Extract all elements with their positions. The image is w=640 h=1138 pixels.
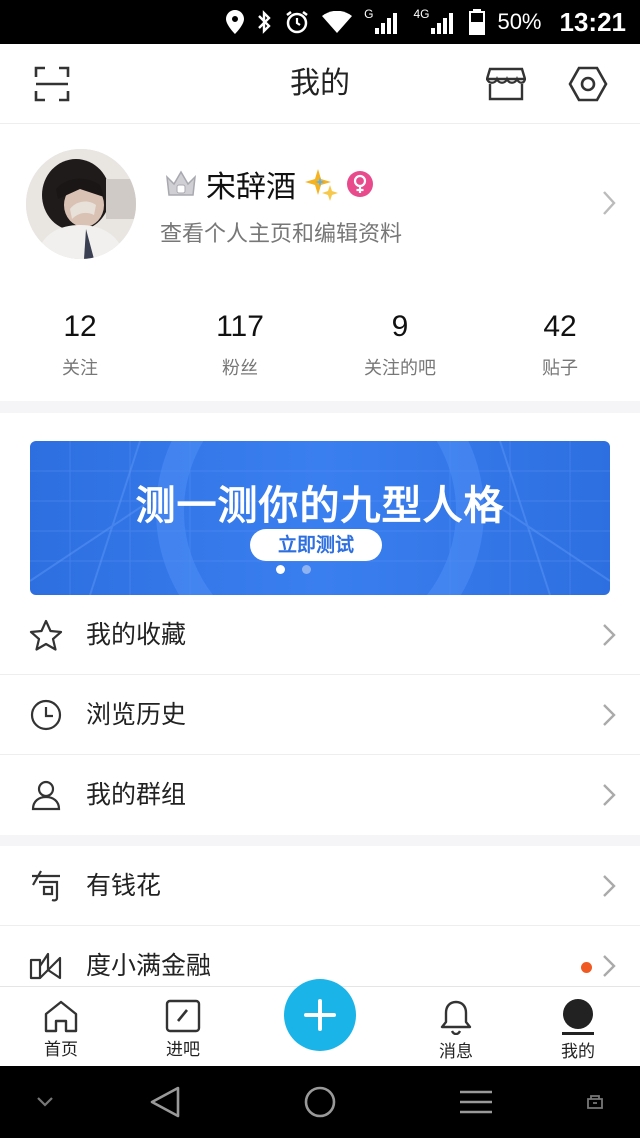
- stats-row: 12 关注 117 粉丝 9 关注的吧 42 贴子: [0, 284, 640, 401]
- back-triangle-icon: [150, 1086, 180, 1118]
- post-fab-button[interactable]: [284, 979, 356, 1051]
- tab-label: 消息: [439, 1042, 473, 1062]
- home-icon: [44, 1000, 78, 1033]
- stat-following[interactable]: 12 关注: [0, 284, 160, 401]
- plus-icon: [304, 999, 336, 1031]
- tab-label: 进吧: [166, 1040, 200, 1060]
- sparkle-vip-icon: [305, 169, 338, 201]
- tab-label: 我的: [561, 1042, 595, 1062]
- menu-group-primary: 我的收藏 浏览历史 我的群组: [0, 595, 640, 835]
- stat-posts[interactable]: 42 贴子: [480, 284, 640, 401]
- tab-home[interactable]: 首页: [11, 987, 111, 1067]
- back-button[interactable]: [140, 1066, 190, 1138]
- avatar[interactable]: [26, 149, 136, 259]
- group-user-icon: [28, 777, 64, 813]
- page-title: 我的: [290, 66, 350, 101]
- location-icon: [226, 10, 245, 34]
- profile-card[interactable]: 宋辞酒 查看个人主页和编辑资料: [0, 124, 640, 284]
- battery-icon: [469, 9, 486, 35]
- avatar-image: [26, 149, 136, 259]
- enter-bar-icon: [165, 999, 201, 1033]
- tray-icon: [587, 1095, 603, 1109]
- system-navigation-bar: [0, 1066, 640, 1138]
- hide-nav-button[interactable]: [28, 1066, 62, 1138]
- screen-tray-button[interactable]: [580, 1066, 610, 1138]
- chevron-right-icon: [603, 704, 616, 726]
- stat-followed-bars[interactable]: 9 关注的吧: [320, 284, 480, 401]
- crown-icon: [166, 170, 196, 196]
- chevron-right-icon: [603, 875, 616, 897]
- home-circle-icon: [304, 1086, 336, 1118]
- clock-time: 13:21: [559, 6, 627, 37]
- network-g-label: G: [364, 7, 374, 21]
- menu-item-history[interactable]: 浏览历史: [0, 675, 640, 755]
- menu-item-label: 我的收藏: [86, 620, 187, 649]
- chevron-down-icon: [37, 1097, 53, 1107]
- signal-icon-2: [431, 13, 454, 34]
- menu-item-duxiaoman[interactable]: 度小满金融: [0, 926, 640, 986]
- bottom-tab-bar: 首页 进吧 消息 我的: [0, 979, 640, 1067]
- clock-icon: [28, 697, 64, 733]
- stat-label: 关注: [62, 358, 98, 379]
- tab-mine[interactable]: 我的: [528, 987, 628, 1067]
- carousel-dot[interactable]: [302, 565, 311, 574]
- star-icon: [28, 617, 64, 653]
- notification-dot: [581, 962, 592, 973]
- youqianhua-icon: [28, 868, 64, 904]
- menu-item-youqianhua[interactable]: 有钱花: [0, 846, 640, 926]
- duxiaoman-icon: [28, 948, 64, 984]
- home-system-button[interactable]: [295, 1066, 345, 1138]
- chevron-right-icon: [603, 191, 616, 215]
- chevron-right-icon: [603, 955, 616, 977]
- bluetooth-icon: [258, 10, 271, 34]
- stat-label: 贴子: [542, 358, 578, 379]
- bell-icon: [440, 1000, 472, 1035]
- shop-button[interactable]: [484, 62, 528, 106]
- app-root: G 4G 50% 13:21 我的 宋辞酒 查看个人主页和编辑资料 12 关注 …: [0, 0, 640, 1138]
- tab-messages[interactable]: 消息: [406, 987, 506, 1067]
- battery-percent: 50%: [497, 9, 542, 34]
- hexagon-settings-icon: [568, 66, 608, 102]
- stat-value: 9: [391, 310, 409, 343]
- stat-label: 关注的吧: [364, 358, 436, 379]
- settings-button[interactable]: [566, 62, 610, 106]
- menu-item-label: 度小满金融: [86, 951, 212, 980]
- banner-title: 测一测你的九型人格: [135, 483, 505, 529]
- profile-icon: [562, 999, 594, 1035]
- menu-item-label: 我的群组: [86, 780, 187, 809]
- banner-section: 测一测你的九型人格 立即测试: [0, 413, 640, 595]
- menu-system-button[interactable]: [450, 1066, 502, 1138]
- menu-item-label: 浏览历史: [86, 700, 187, 729]
- female-gender-icon: [347, 171, 373, 197]
- menu-item-groups[interactable]: 我的群组: [0, 755, 640, 835]
- profile-name: 宋辞酒: [206, 170, 296, 205]
- wifi-icon: [322, 11, 353, 33]
- stat-value: 42: [543, 310, 577, 343]
- stat-value: 117: [216, 310, 264, 343]
- stat-fans[interactable]: 117 粉丝: [160, 284, 320, 401]
- tab-label: 首页: [44, 1040, 78, 1060]
- chevron-right-icon: [603, 784, 616, 806]
- signal-icon-1: [375, 13, 398, 34]
- alarm-icon: [286, 11, 308, 34]
- status-bar: G 4G 50% 13:21: [0, 0, 640, 44]
- chevron-right-icon: [603, 624, 616, 646]
- store-icon: [486, 67, 526, 101]
- stat-value: 12: [63, 310, 97, 343]
- hamburger-icon: [460, 1090, 492, 1114]
- menu-group-finance: 有钱花 度小满金融: [0, 846, 640, 986]
- profile-subtitle: 查看个人主页和编辑资料: [160, 222, 403, 247]
- menu-item-favorites[interactable]: 我的收藏: [0, 595, 640, 675]
- tab-enter-bar[interactable]: 进吧: [133, 987, 233, 1067]
- carousel-dot-active[interactable]: [276, 565, 285, 574]
- network-4g-label: 4G: [413, 7, 430, 21]
- menu-item-label: 有钱花: [86, 871, 162, 900]
- profile-name-row: 宋辞酒: [164, 162, 374, 206]
- stat-label: 粉丝: [222, 358, 258, 379]
- promo-banner[interactable]: 测一测你的九型人格 立即测试: [30, 441, 610, 595]
- banner-test-button[interactable]: 立即测试: [250, 529, 382, 561]
- page-header: 我的: [0, 44, 640, 124]
